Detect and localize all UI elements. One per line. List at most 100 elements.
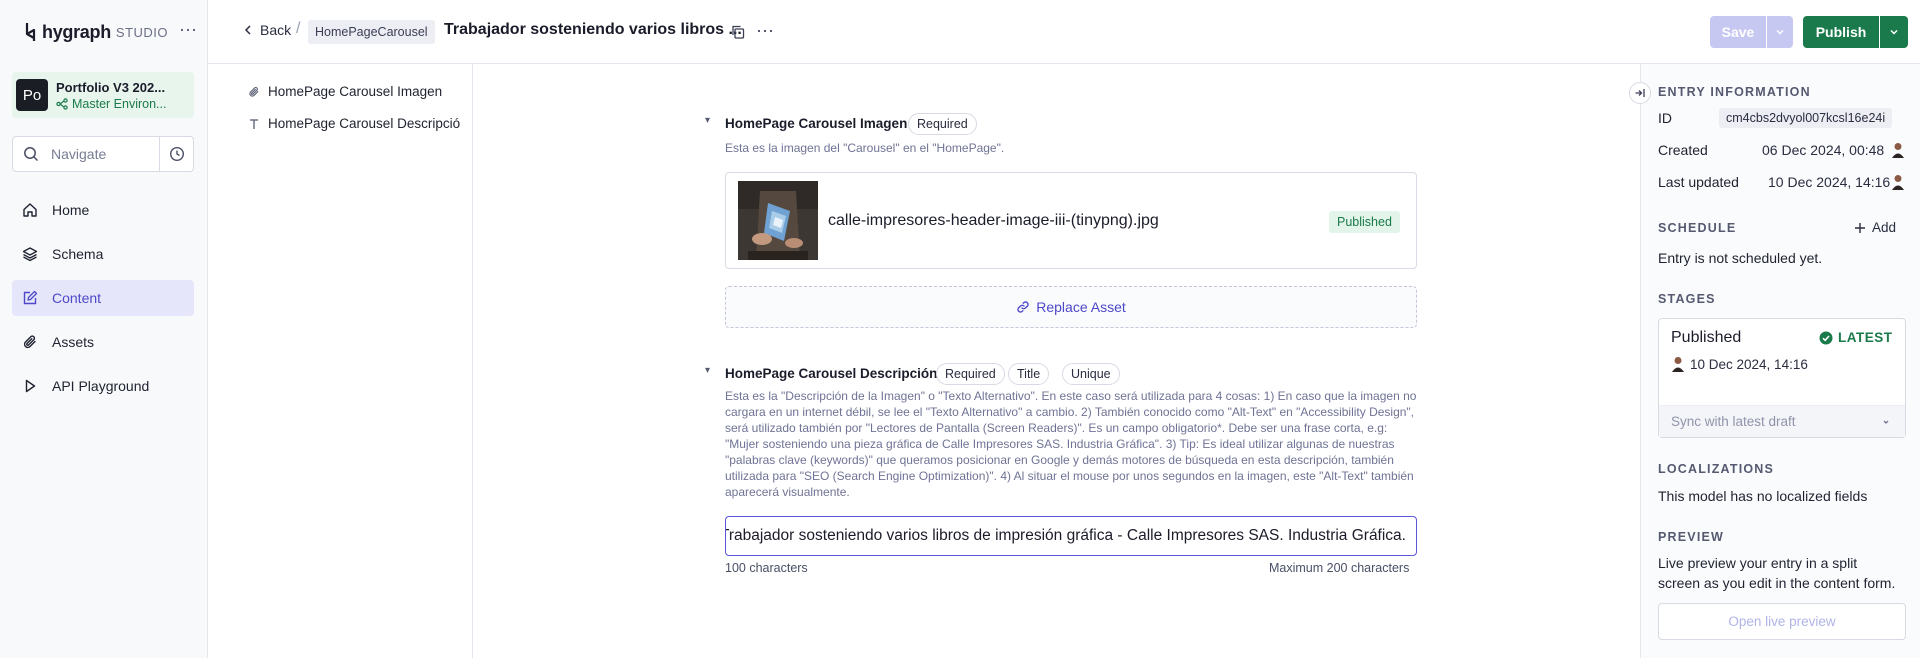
field-description-descripcion: Esta es la "Descripción de la Imagen" o …	[725, 389, 1417, 499]
hygraph-logo-icon	[25, 23, 36, 41]
tree-item-carousel-descripcion[interactable]: HomePage Carousel Descripción	[248, 116, 460, 131]
created-value: 06 Dec 2024, 00:48	[1762, 142, 1885, 158]
id-label: ID	[1658, 110, 1672, 126]
copy-icon[interactable]	[730, 24, 746, 40]
publish-options-button[interactable]	[1880, 16, 1908, 48]
text-icon	[250, 118, 258, 129]
descripcion-input[interactable]: Trabajador sosteniendo varios libros de …	[725, 516, 1417, 556]
nav-item-label: API Playground	[52, 378, 150, 394]
add-schedule-label: Add	[1872, 220, 1897, 235]
add-schedule-button[interactable]: Add	[1854, 220, 1896, 235]
schedule-status: Entry is not scheduled yet.	[1658, 250, 1823, 266]
stage-date: 10 Dec 2024, 14:16	[1671, 356, 1808, 372]
navigate-input[interactable]	[51, 146, 151, 162]
asset-card[interactable]: calle-impresores-header-image-iii-(tinyp…	[725, 172, 1417, 269]
replace-asset-label: Replace Asset	[1036, 299, 1126, 315]
asset-filename: calle-impresores-header-image-iii-(tinyp…	[828, 212, 1159, 229]
field-label-descripcion: HomePage Carousel Descripción	[725, 366, 938, 381]
tree-item-carousel-imagen[interactable]: HomePage Carousel Imagen	[248, 84, 460, 99]
check-circle-icon	[1819, 331, 1833, 344]
sync-latest-draft-select[interactable]: Sync with latest draft	[1659, 405, 1905, 437]
sidebar: hygraph STUDIO ··· Po Portfolio V3 202..…	[0, 0, 208, 658]
stage-date-value: 10 Dec 2024, 14:16	[1690, 356, 1808, 372]
more-options-icon[interactable]: ···	[178, 20, 198, 42]
main-nav: Home Schema Content Assets API Playgroun…	[12, 192, 194, 412]
entry-header: Back / HomePageCarousel Trabajador soste…	[208, 0, 1920, 64]
schedule-title: SCHEDULE	[1658, 221, 1737, 235]
back-label: Back	[260, 22, 292, 38]
collapse-panel-button[interactable]	[1629, 82, 1651, 104]
nav-item-label: Schema	[52, 246, 104, 262]
asset-status-badge: Published	[1329, 211, 1400, 233]
content-form: ▾ HomePage Carousel Imagen Required Esta…	[473, 64, 1640, 658]
branch-icon	[56, 97, 68, 110]
user-avatar	[1672, 357, 1684, 372]
link-icon	[1017, 301, 1029, 313]
history-button[interactable]	[159, 137, 193, 171]
collapse-right-icon	[1635, 89, 1645, 97]
latest-badge: LATEST	[1819, 330, 1893, 345]
nav-item-schema[interactable]: Schema	[12, 236, 194, 272]
project-name: Portfolio V3 202...	[56, 79, 166, 95]
required-badge: Required	[908, 113, 977, 135]
project-avatar: Po	[16, 79, 48, 111]
nav-item-content[interactable]: Content	[12, 280, 194, 316]
open-live-preview-button[interactable]: Open live preview	[1658, 603, 1906, 640]
save-options-button[interactable]	[1767, 16, 1793, 48]
asset-thumbnail	[738, 181, 818, 260]
field-description-imagen: Esta es la imagen del "Carousel" en el "…	[725, 141, 1005, 155]
field-navigator: HomePage Carousel Imagen HomePage Carous…	[208, 64, 473, 658]
breadcrumb-model[interactable]: HomePageCarousel	[308, 20, 435, 44]
environment-name: Master Environ...	[72, 96, 167, 111]
last-updated-value: 10 Dec 2024, 14:16	[1768, 174, 1891, 190]
page-title: Trabajador sosteniendo varios libros ...	[444, 21, 742, 38]
replace-asset-button[interactable]: Replace Asset	[725, 286, 1417, 328]
stages-title: STAGES	[1658, 292, 1716, 306]
publish-button[interactable]: Publish	[1803, 16, 1879, 48]
chevron-down-icon	[1883, 420, 1889, 424]
chevron-down-icon	[1776, 29, 1784, 35]
asset-photo-image	[738, 181, 818, 260]
paperclip-icon	[23, 335, 36, 349]
stage-name: Published	[1671, 329, 1742, 346]
save-button[interactable]: Save	[1710, 16, 1766, 48]
play-icon	[25, 379, 36, 393]
latest-label: LATEST	[1838, 330, 1893, 345]
required-badge: Required	[936, 363, 1005, 385]
collapse-imagen-icon[interactable]: ▾	[705, 115, 715, 126]
layers-icon	[22, 247, 38, 262]
nav-item-api-playground[interactable]: API Playground	[12, 368, 194, 404]
plus-icon	[1855, 222, 1865, 233]
nav-item-label: Home	[52, 202, 90, 218]
entry-sidebar: ENTRY INFORMATION ID cm4cbs2dvyol007kcsl…	[1629, 64, 1920, 658]
nav-item-label: Assets	[52, 334, 95, 350]
nav-item-assets[interactable]: Assets	[12, 324, 194, 360]
field-label-imagen: HomePage Carousel Imagen	[725, 116, 908, 131]
chevron-left-icon	[244, 25, 251, 35]
entry-information-title: ENTRY INFORMATION	[1658, 85, 1811, 99]
collapse-descripcion-icon[interactable]: ▾	[705, 365, 715, 376]
title-badge: Title	[1008, 363, 1050, 385]
tree-item-label: HomePage Carousel Descripción	[268, 116, 460, 131]
character-count: 100 characters	[725, 561, 808, 575]
user-avatar	[1892, 175, 1904, 190]
last-updated-label: Last updated	[1658, 174, 1739, 190]
sync-label: Sync with latest draft	[1671, 414, 1796, 429]
localizations-status: This model has no localized fields	[1658, 488, 1868, 504]
created-label: Created	[1658, 142, 1708, 158]
home-icon	[23, 203, 37, 217]
localizations-title: LOCALIZATIONS	[1658, 462, 1775, 476]
nav-item-home[interactable]: Home	[12, 192, 194, 228]
entry-more-icon[interactable]: ···	[756, 20, 774, 41]
hygraph-logo[interactable]: hygraph STUDIO	[24, 20, 168, 44]
clock-icon	[169, 146, 184, 162]
chevron-down-icon	[1890, 29, 1898, 35]
entry-id[interactable]: cm4cbs2dvyol007kcsl16e24i	[1719, 108, 1893, 128]
project-switcher[interactable]: Po Portfolio V3 202... Master Environ...	[12, 72, 194, 118]
character-limit: Maximum 200 characters	[1269, 561, 1410, 575]
stage-card: Published LATEST 10 Dec 2024, 14:16 Sync…	[1658, 318, 1906, 438]
tree-item-label: HomePage Carousel Imagen	[268, 84, 443, 99]
back-button[interactable]: Back	[242, 22, 291, 38]
preview-description: Live preview your entry in a split scree…	[1658, 555, 1896, 591]
brand-name: hygraph	[42, 21, 111, 42]
